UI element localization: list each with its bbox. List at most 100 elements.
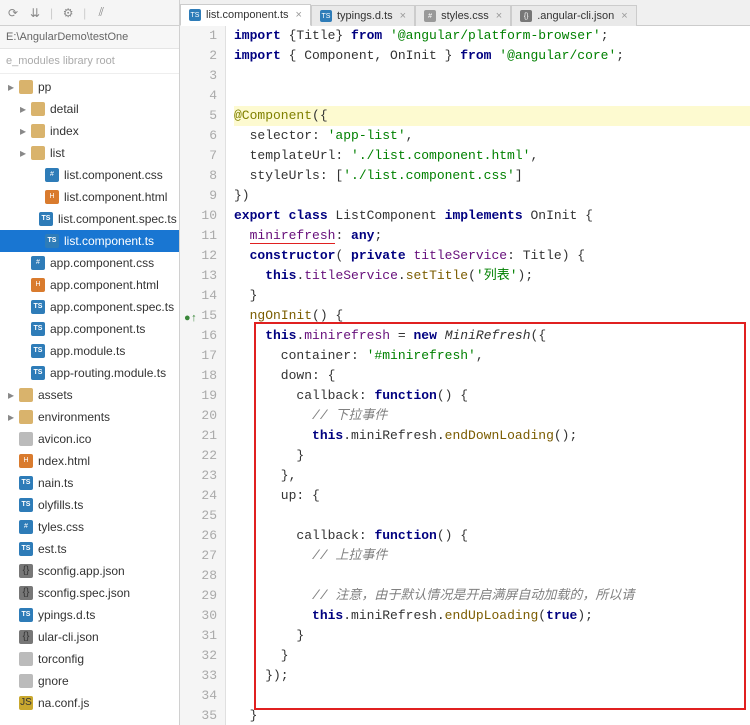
code-line[interactable]: } bbox=[234, 626, 750, 646]
tree-item[interactable]: TSypings.d.ts bbox=[0, 604, 179, 626]
code-line[interactable] bbox=[234, 506, 750, 526]
ts-icon: TS bbox=[320, 10, 332, 22]
tree-item[interactable]: Hndex.html bbox=[0, 450, 179, 472]
tree-item[interactable]: Happ.component.html bbox=[0, 274, 179, 296]
editor-tab[interactable]: {}.angular-cli.json× bbox=[511, 5, 636, 26]
close-icon[interactable]: × bbox=[621, 10, 627, 22]
code-line[interactable]: this.miniRefresh.endDownLoading(); bbox=[234, 426, 750, 446]
tree-item[interactable]: ▸assets bbox=[0, 384, 179, 406]
tree-item[interactable]: #tyles.css bbox=[0, 516, 179, 538]
tree-item[interactable]: JSna.conf.js bbox=[0, 692, 179, 714]
tree-item-label: index bbox=[50, 122, 79, 140]
code-line[interactable]: } bbox=[234, 446, 750, 466]
code-line[interactable]: }, bbox=[234, 466, 750, 486]
code-line[interactable]: down: { bbox=[234, 366, 750, 386]
tree-item[interactable]: TSlist.component.spec.ts bbox=[0, 208, 179, 230]
code-line[interactable]: callback: function() { bbox=[234, 386, 750, 406]
sync-icon[interactable]: ⟳ bbox=[6, 6, 20, 20]
code-line[interactable]: styleUrls: ['./list.component.css'] bbox=[234, 166, 750, 186]
hide-icon[interactable]: ⫽ bbox=[94, 5, 108, 20]
close-icon[interactable]: × bbox=[496, 10, 502, 22]
tree-item[interactable]: ▸index bbox=[0, 120, 179, 142]
close-icon[interactable]: × bbox=[400, 10, 406, 22]
tab-label: styles.css bbox=[441, 10, 489, 22]
code-content[interactable]: import {Title} from '@angular/platform-b… bbox=[226, 26, 750, 725]
tree-item-label: list.component.css bbox=[64, 166, 163, 184]
tree-item[interactable]: #list.component.css bbox=[0, 164, 179, 186]
tree-item-label: environments bbox=[38, 408, 110, 426]
html-icon: H bbox=[19, 454, 33, 468]
code-line[interactable]: // 下拉事件 bbox=[234, 406, 750, 426]
code-editor[interactable]: 123456789101112131415●↑16171819202122232… bbox=[180, 26, 750, 725]
code-line[interactable] bbox=[234, 686, 750, 706]
tree-item-label: pp bbox=[38, 78, 51, 96]
tree-item[interactable]: gnore bbox=[0, 670, 179, 692]
editor-tab[interactable]: #styles.css× bbox=[415, 5, 511, 26]
code-line[interactable]: }); bbox=[234, 666, 750, 686]
html-icon: H bbox=[31, 278, 45, 292]
tree-item[interactable]: TSnain.ts bbox=[0, 472, 179, 494]
code-line[interactable]: // 上拉事件 bbox=[234, 546, 750, 566]
collapse-icon[interactable]: ⇊ bbox=[28, 6, 42, 20]
tree-item-label: ypings.d.ts bbox=[38, 606, 95, 624]
code-line[interactable]: ngOnInit() { bbox=[234, 306, 750, 326]
tree-item[interactable]: ▸environments bbox=[0, 406, 179, 428]
tree-item[interactable]: TSapp-routing.module.ts bbox=[0, 362, 179, 384]
code-line[interactable] bbox=[234, 86, 750, 106]
code-line[interactable]: } bbox=[234, 646, 750, 666]
tree-item[interactable]: TSapp.module.ts bbox=[0, 340, 179, 362]
code-line[interactable]: this.miniRefresh.endUpLoading(true); bbox=[234, 606, 750, 626]
close-icon[interactable]: × bbox=[296, 9, 302, 21]
tree-item[interactable]: #app.component.css bbox=[0, 252, 179, 274]
tree-item[interactable]: avicon.ico bbox=[0, 428, 179, 450]
ts-icon: TS bbox=[31, 366, 45, 380]
code-line[interactable]: import { Component, OnInit } from '@angu… bbox=[234, 46, 750, 66]
code-line[interactable]: } bbox=[234, 706, 750, 725]
code-line[interactable]: export class ListComponent implements On… bbox=[234, 206, 750, 226]
tree-item[interactable]: TSest.ts bbox=[0, 538, 179, 560]
tree-item[interactable]: {}sconfig.spec.json bbox=[0, 582, 179, 604]
code-line[interactable]: up: { bbox=[234, 486, 750, 506]
code-line[interactable]: minirefresh: any; bbox=[234, 226, 750, 246]
code-line[interactable]: // 注意，由于默认情况是开启满屏自动加载的，所以请 bbox=[234, 586, 750, 606]
sidebar-toolbar: ⟳ ⇊ | ⚙ | ⫽ bbox=[0, 0, 179, 26]
code-line[interactable]: selector: 'app-list', bbox=[234, 126, 750, 146]
tree-item[interactable]: ▸detail bbox=[0, 98, 179, 120]
tree-item[interactable]: Hlist.component.html bbox=[0, 186, 179, 208]
code-line[interactable]: constructor( private titleService: Title… bbox=[234, 246, 750, 266]
tree-item-label: sconfig.app.json bbox=[38, 562, 125, 580]
code-line[interactable]: this.minirefresh = new MiniRefresh({ bbox=[234, 326, 750, 346]
tree-item-label: assets bbox=[38, 386, 73, 404]
code-line[interactable]: import {Title} from '@angular/platform-b… bbox=[234, 26, 750, 46]
gear-icon[interactable]: ⚙ bbox=[61, 6, 75, 20]
tree-item-label: list bbox=[50, 144, 65, 162]
code-line[interactable] bbox=[234, 66, 750, 86]
ts-icon: TS bbox=[31, 300, 45, 314]
tree-item[interactable]: TSapp.component.spec.ts bbox=[0, 296, 179, 318]
json-icon: {} bbox=[19, 564, 33, 578]
code-line[interactable]: @Component({ bbox=[234, 106, 750, 126]
editor-tab[interactable]: TStypings.d.ts× bbox=[311, 5, 415, 26]
folder-icon bbox=[19, 410, 33, 424]
code-line[interactable]: callback: function() { bbox=[234, 526, 750, 546]
code-line[interactable]: container: '#minirefresh', bbox=[234, 346, 750, 366]
code-line[interactable]: }) bbox=[234, 186, 750, 206]
tab-label: list.component.ts bbox=[206, 9, 289, 21]
code-line[interactable]: this.titleService.setTitle('列表'); bbox=[234, 266, 750, 286]
tree-item[interactable]: TSlist.component.ts bbox=[0, 230, 179, 252]
tree-item[interactable]: ▸pp bbox=[0, 76, 179, 98]
tree-item[interactable]: TSolyfills.ts bbox=[0, 494, 179, 516]
code-line[interactable]: } bbox=[234, 286, 750, 306]
editor-tabs[interactable]: TSlist.component.ts×TStypings.d.ts×#styl… bbox=[180, 0, 750, 26]
code-line[interactable]: templateUrl: './list.component.html', bbox=[234, 146, 750, 166]
tree-item[interactable]: {}ular-cli.json bbox=[0, 626, 179, 648]
project-tree[interactable]: ▸pp▸detail▸index▸list#list.component.css… bbox=[0, 74, 179, 725]
tree-item[interactable]: ▸list bbox=[0, 142, 179, 164]
tree-item-label: app.component.css bbox=[50, 254, 154, 272]
js-icon: JS bbox=[19, 696, 33, 710]
tree-item[interactable]: {} sconfig.app.json bbox=[0, 560, 179, 582]
editor-tab[interactable]: TSlist.component.ts× bbox=[180, 4, 311, 26]
tree-item[interactable]: TSapp.component.ts bbox=[0, 318, 179, 340]
code-line[interactable] bbox=[234, 566, 750, 586]
tree-item[interactable]: torconfig bbox=[0, 648, 179, 670]
